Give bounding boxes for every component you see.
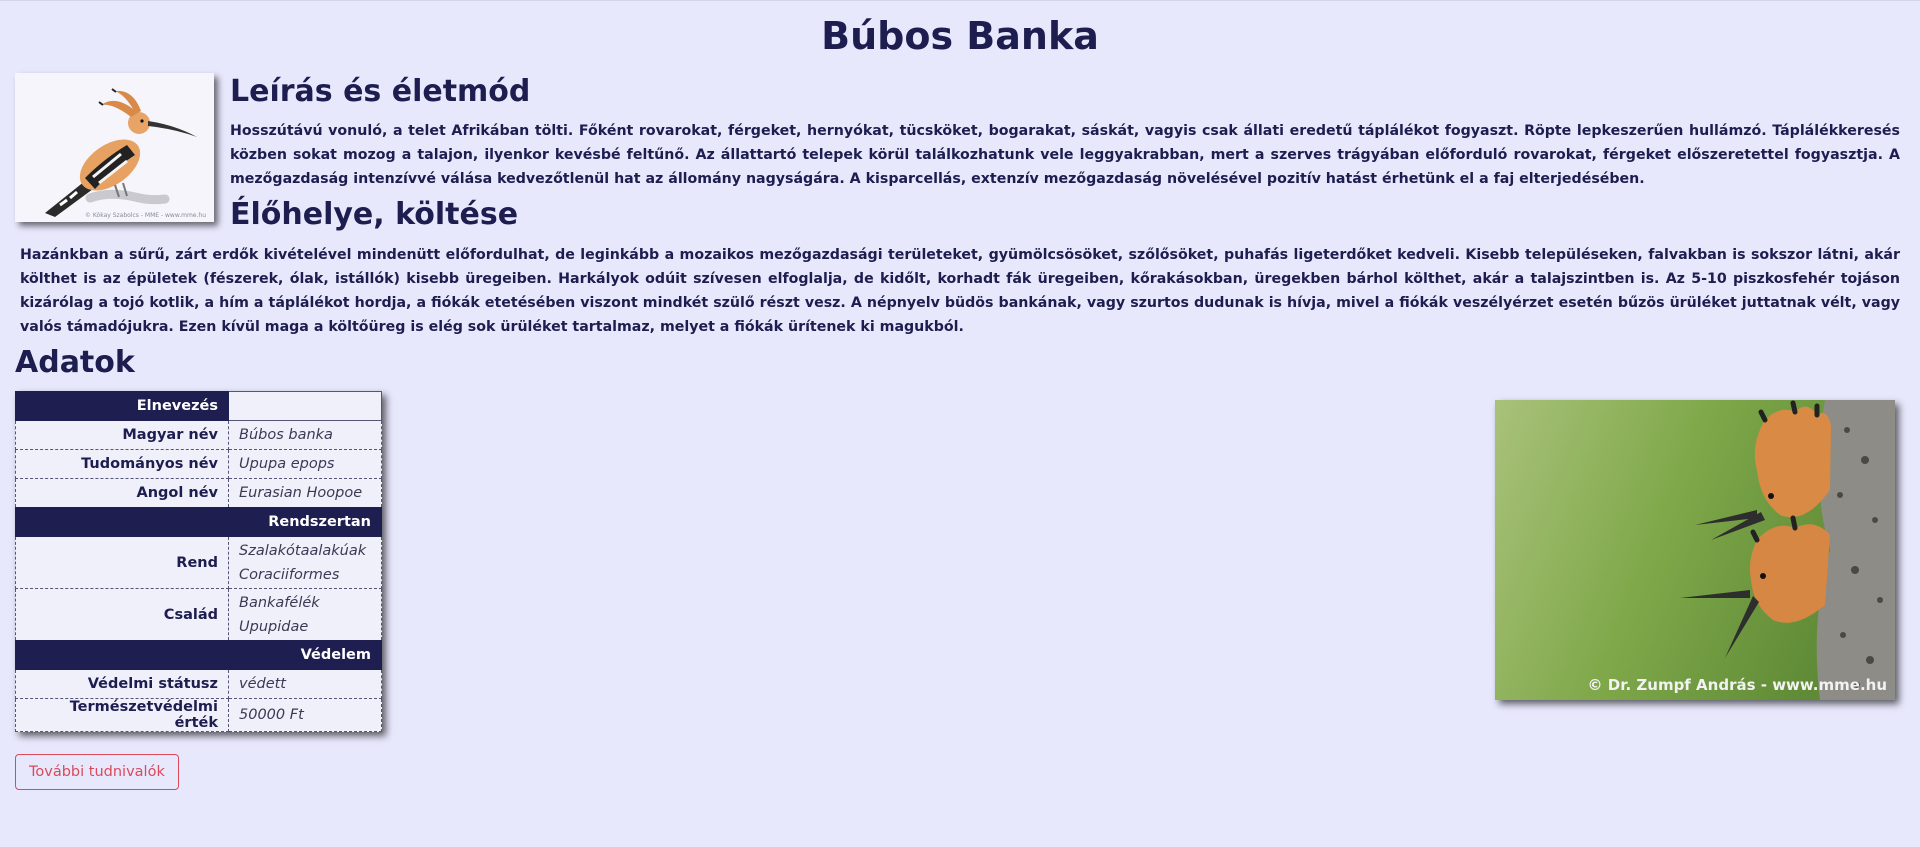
english-name-label: Angol név — [15, 478, 229, 508]
section-row-protection: Védelem — [15, 640, 382, 670]
section-header-protection: Védelem — [15, 640, 382, 670]
illustration-credit: © Kókay Szabolcs - MME - www.mme.hu — [85, 212, 206, 219]
section-row-taxonomy: Rendszertan — [15, 507, 382, 537]
table-row: Természetvédelmi érték 50000 Ft — [15, 698, 382, 732]
scientific-name-value: Upupa epops — [228, 449, 382, 479]
family-value-scientific: Upupidae — [239, 618, 309, 635]
family-label: Család — [15, 588, 229, 641]
hoopoe-drawing — [15, 73, 214, 222]
habitat-text: Hazánkban a sűrű, zárt erdők kivételével… — [20, 247, 1900, 335]
hungarian-name-label: Magyar név — [15, 420, 229, 450]
table-row: Család Bankafélék Upupidae — [15, 588, 382, 641]
data-table: Elnevezés Magyar név Búbos banka Tudomán… — [15, 391, 382, 732]
order-value: Szalakótaalakúak Coraciiformes — [228, 536, 382, 589]
hoopoe-illustration: © Kókay Szabolcs - MME - www.mme.hu — [15, 73, 214, 222]
section-header-taxonomy: Rendszertan — [15, 507, 382, 537]
data-heading: Adatok — [15, 345, 135, 380]
order-value-hungarian: Szalakótaalakúak — [239, 542, 367, 559]
description-text: Hosszútávú vonuló, a telet Afrikában töl… — [230, 123, 1900, 187]
habitat-heading: Élőhelye, költése — [230, 197, 519, 232]
section-row-naming: Elnevezés — [15, 391, 382, 421]
table-row: Tudományos név Upupa epops — [15, 449, 382, 479]
protection-status-label: Védelmi státusz — [15, 669, 229, 699]
order-label: Rend — [15, 536, 229, 589]
hoopoe-nest-drawing — [1495, 400, 1895, 700]
scientific-name-label: Tudományos név — [15, 449, 229, 479]
section-header-naming: Elnevezés — [15, 391, 229, 421]
section-header-empty — [228, 391, 382, 421]
table-row: Magyar név Búbos banka — [15, 420, 382, 450]
family-value: Bankafélék Upupidae — [228, 588, 382, 641]
more-info-button[interactable]: További tudnivalók — [15, 754, 179, 790]
conservation-value-label: Természetvédelmi érték — [15, 698, 229, 732]
hungarian-name-value: Búbos banka — [228, 420, 382, 450]
protection-status-value: védett — [228, 669, 382, 699]
table-row: Rend Szalakótaalakúak Coraciiformes — [15, 536, 382, 589]
table-row: Angol név Eurasian Hoopoe — [15, 478, 382, 508]
photo-credit: © Dr. Zumpf András - www.mme.hu — [1587, 676, 1887, 694]
top-divider — [0, 0, 1920, 1]
hoopoe-photo: © Dr. Zumpf András - www.mme.hu — [1495, 400, 1895, 700]
description-heading: Leírás és életmód — [230, 74, 531, 109]
table-row: Védelmi státusz védett — [15, 669, 382, 699]
conservation-value-value: 50000 Ft — [228, 698, 382, 732]
family-value-hungarian: Bankafélék — [239, 594, 320, 611]
page-title: Búbos Banka — [821, 14, 1099, 58]
order-value-scientific: Coraciiformes — [239, 566, 340, 583]
english-name-value: Eurasian Hoopoe — [228, 478, 382, 508]
